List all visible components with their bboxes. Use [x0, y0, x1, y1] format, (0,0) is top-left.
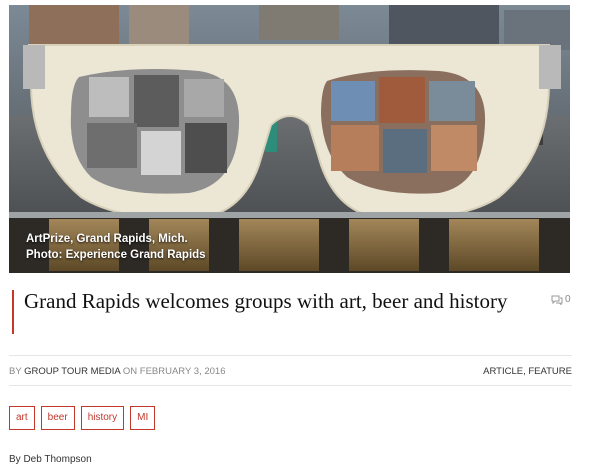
title-accent-bar — [12, 290, 14, 334]
category-list: ARTICLE, FEATURE — [483, 366, 572, 377]
speech-bubbles-icon — [551, 295, 563, 305]
tag-art[interactable]: art — [9, 406, 35, 430]
photo-caption: ArtPrize, Grand Rapids, Mich. Photo: Exp… — [26, 231, 206, 263]
hero-image: ArtPrize, Grand Rapids, Mich. Photo: Exp… — [9, 5, 570, 273]
article-byline: By Deb Thompson — [9, 454, 92, 465]
divider-bottom — [9, 385, 572, 386]
tag-list: art beer history MI — [9, 406, 156, 430]
category-link-feature[interactable]: FEATURE — [528, 366, 572, 377]
tag-beer[interactable]: beer — [40, 406, 75, 430]
comments-link[interactable]: 0 — [551, 294, 571, 305]
author-link[interactable]: GROUP TOUR MEDIA — [24, 366, 120, 377]
post-meta: BY GROUP TOUR MEDIA ON FEBRUARY 3, 2016 — [9, 366, 226, 377]
comment-count: 0 — [565, 294, 571, 305]
caption-line-2: Photo: Experience Grand Rapids — [26, 249, 206, 261]
category-link-article[interactable]: ARTICLE — [483, 366, 523, 377]
caption-line-1: ArtPrize, Grand Rapids, Mich. — [26, 233, 188, 245]
post-date: FEBRUARY 3, 2016 — [139, 366, 226, 377]
meta-by: BY — [9, 366, 22, 377]
tag-history[interactable]: history — [80, 406, 125, 430]
article-title: Grand Rapids welcomes groups with art, b… — [24, 289, 508, 313]
divider-top — [9, 355, 572, 356]
tag-mi[interactable]: MI — [130, 406, 156, 430]
meta-on: ON — [122, 366, 138, 377]
